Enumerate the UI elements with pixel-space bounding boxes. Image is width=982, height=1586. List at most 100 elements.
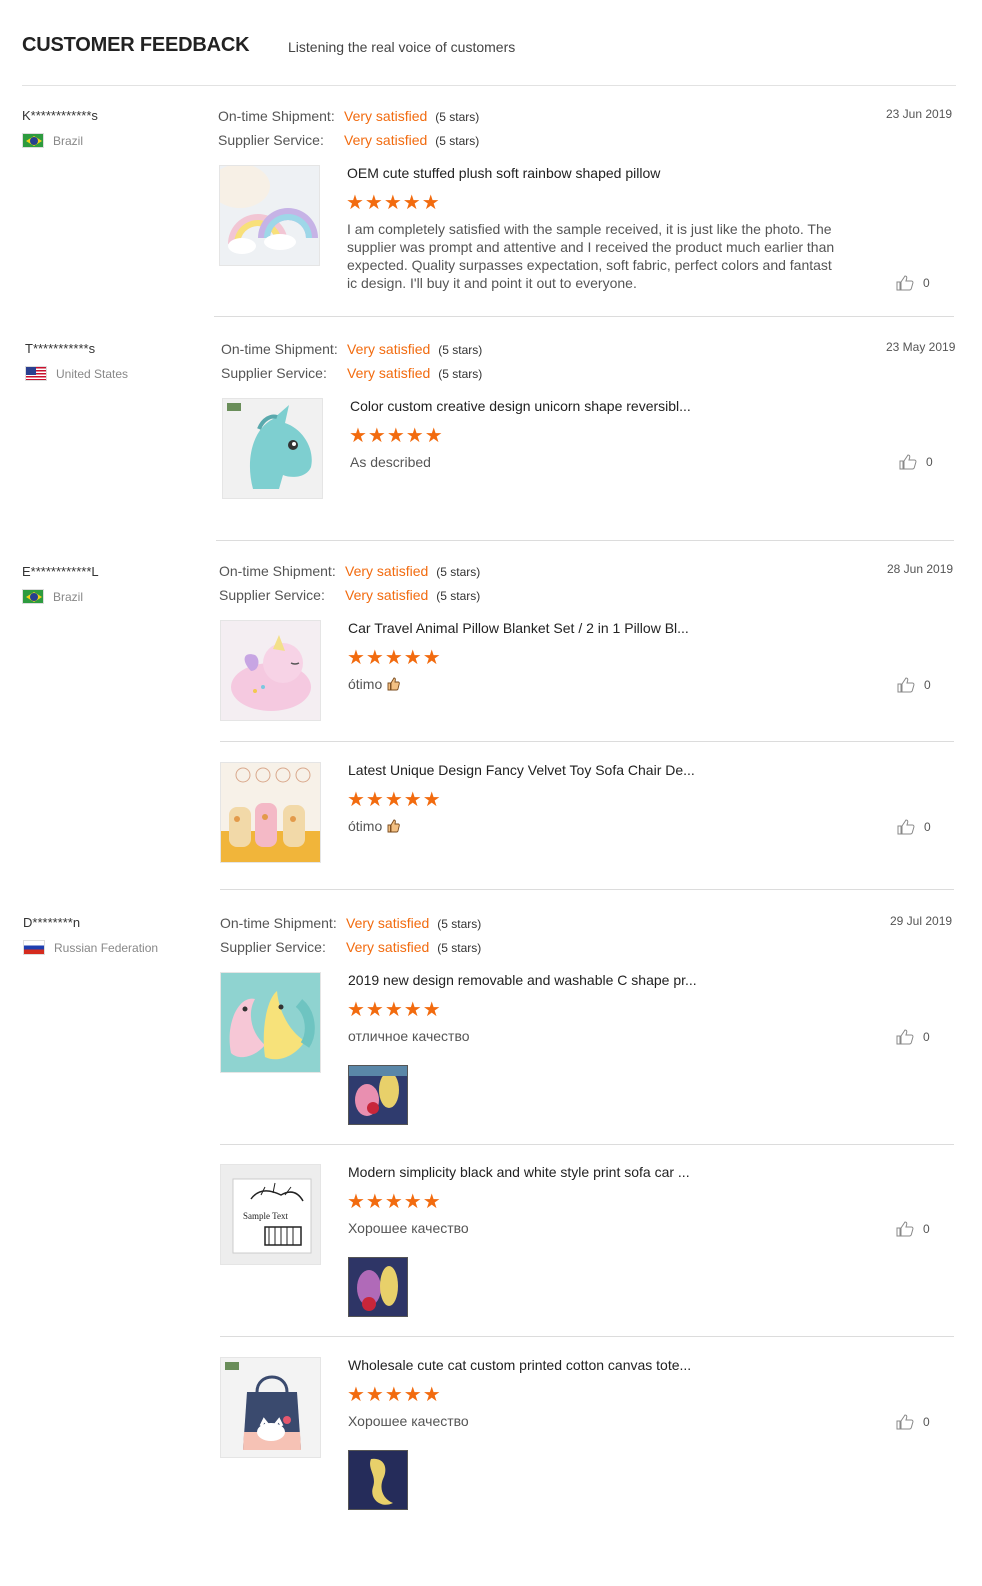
- like-button[interactable]: 0: [896, 1221, 930, 1237]
- product-thumbnail[interactable]: [220, 1357, 321, 1458]
- country-name: Brazil: [53, 133, 84, 148]
- divider: [216, 540, 954, 541]
- service-stars: (5 stars): [437, 941, 482, 955]
- country-name: United States: [56, 366, 129, 381]
- rating-summary: On-time Shipment: Very satisfied (5 stars)…: [220, 915, 481, 963]
- review-date: 28 Jun 2019: [887, 562, 954, 576]
- shipment-label: On-time Shipment:: [221, 341, 338, 357]
- customer-photo[interactable]: [348, 1065, 408, 1125]
- star-rating: ★★★★★: [347, 999, 442, 1021]
- shipment-stars: (5 stars): [435, 110, 480, 124]
- review-comment: I am completely satisfied with the sampl…: [347, 221, 835, 291]
- star-rating: ★★★★★: [347, 1384, 442, 1406]
- review-comment: Хорошее качество: [348, 1220, 469, 1236]
- review-date: 23 Jun 2019: [886, 107, 953, 121]
- like-count: 0: [923, 1030, 930, 1044]
- reviewer-info: E************L Brazil: [22, 564, 212, 604]
- country-name: Brazil: [53, 589, 84, 604]
- product-thumbnail[interactable]: [222, 398, 323, 499]
- thumbs-up-icon: [897, 819, 915, 835]
- product-title[interactable]: Modern simplicity black and white style …: [348, 1164, 690, 1180]
- customer-photo[interactable]: [348, 1450, 408, 1510]
- review-date: 23 May 2019: [886, 340, 956, 354]
- rating-summary: On-time Shipment: Very satisfied (5 stars)…: [221, 341, 482, 389]
- review-item: Sample Text Modern simplicity black and …: [220, 1164, 954, 1319]
- service-label: Supplier Service:: [221, 365, 327, 381]
- star-rating: ★★★★★: [347, 647, 442, 669]
- service-value: Very satisfied: [347, 365, 431, 381]
- shipment-label: On-time Shipment:: [219, 563, 336, 579]
- rating-summary: On-time Shipment: Very satisfied (5 stars)…: [218, 108, 479, 156]
- service-value: Very satisfied: [345, 587, 429, 603]
- brazil-flag-icon: [22, 589, 44, 604]
- product-title[interactable]: 2019 new design removable and washable C…: [348, 972, 697, 988]
- review-comment: As described: [350, 454, 431, 470]
- reviewer-info: D********n Russian Federation: [23, 915, 213, 955]
- star-rating: ★★★★★: [346, 192, 441, 214]
- service-value: Very satisfied: [346, 939, 430, 955]
- thumbs-up-icon: [896, 275, 914, 291]
- shipment-stars: (5 stars): [437, 917, 482, 931]
- divider: [220, 741, 954, 742]
- reviewer-name: D********n: [23, 915, 81, 930]
- thumbs-up-icon: [896, 1221, 914, 1237]
- thumbs-up-emoji-icon: [387, 677, 401, 691]
- like-count: 0: [926, 455, 933, 469]
- service-label: Supplier Service:: [218, 132, 324, 148]
- thumbs-up-icon: [896, 1029, 914, 1045]
- product-title[interactable]: OEM cute stuffed plush soft rainbow shap…: [347, 165, 660, 181]
- russia-flag-icon: [23, 940, 45, 955]
- star-rating: ★★★★★: [347, 789, 442, 811]
- service-rating: Supplier Service: Very satisfied (5 stars): [218, 132, 479, 156]
- thumbs-up-icon: [897, 677, 915, 693]
- product-thumbnail[interactable]: [219, 165, 320, 266]
- product-title[interactable]: Color custom creative design unicorn sha…: [350, 398, 691, 414]
- brazil-flag-icon: [22, 133, 44, 148]
- like-button[interactable]: 0: [896, 1029, 930, 1045]
- page-subtitle: Listening the real voice of customers: [288, 39, 516, 55]
- reviewer-country: Brazil: [22, 589, 212, 604]
- reviewer-country: Russian Federation: [23, 940, 213, 955]
- like-count: 0: [924, 820, 931, 834]
- like-button[interactable]: 0: [899, 454, 933, 470]
- rating-summary: On-time Shipment: Very satisfied (5 stars)…: [219, 563, 480, 611]
- like-button[interactable]: 0: [896, 1414, 930, 1430]
- product-title[interactable]: Car Travel Animal Pillow Blanket Set / 2…: [348, 620, 689, 636]
- shipment-stars: (5 stars): [438, 343, 483, 357]
- service-stars: (5 stars): [436, 589, 481, 603]
- customer-photo[interactable]: [348, 1257, 408, 1317]
- review-comment: отличное качество: [348, 1028, 470, 1044]
- shipment-label: On-time Shipment:: [220, 915, 337, 931]
- reviewer-name: E************L: [22, 564, 99, 579]
- shipment-stars: (5 stars): [436, 565, 481, 579]
- divider: [220, 1336, 954, 1337]
- product-title[interactable]: Wholesale cute cat custom printed cotton…: [348, 1357, 691, 1373]
- shipment-rating: On-time Shipment: Very satisfied (5 stars): [221, 341, 482, 365]
- service-rating: Supplier Service: Very satisfied (5 stars): [221, 365, 482, 389]
- like-count: 0: [923, 1415, 930, 1429]
- star-rating: ★★★★★: [347, 1191, 442, 1213]
- shipment-label: On-time Shipment:: [218, 108, 335, 124]
- like-button[interactable]: 0: [897, 819, 931, 835]
- shipment-value: Very satisfied: [346, 915, 430, 931]
- product-thumbnail[interactable]: [220, 972, 321, 1073]
- product-thumbnail[interactable]: Sample Text: [220, 1164, 321, 1265]
- thumbs-up-emoji-icon: [387, 819, 401, 833]
- shipment-value: Very satisfied: [344, 108, 428, 124]
- review-comment: Хорошее качество: [348, 1413, 469, 1429]
- product-title[interactable]: Latest Unique Design Fancy Velvet Toy So…: [348, 762, 695, 778]
- review-item: 2019 new design removable and washable C…: [220, 972, 954, 1127]
- page-header: CUSTOMER FEEDBACK Listening the real voi…: [22, 34, 956, 86]
- divider: [214, 316, 954, 317]
- like-button[interactable]: 0: [896, 275, 930, 291]
- shipment-rating: On-time Shipment: Very satisfied (5 stars): [220, 915, 481, 939]
- like-count: 0: [924, 678, 931, 692]
- like-button[interactable]: 0: [897, 677, 931, 693]
- shipment-rating: On-time Shipment: Very satisfied (5 stars): [219, 563, 480, 587]
- reviewer-country: United States: [25, 366, 215, 381]
- product-thumbnail[interactable]: [220, 620, 321, 721]
- reviewer-country: Brazil: [22, 133, 212, 148]
- country-name: Russian Federation: [54, 940, 159, 955]
- product-thumbnail[interactable]: [220, 762, 321, 863]
- like-count: 0: [923, 1222, 930, 1236]
